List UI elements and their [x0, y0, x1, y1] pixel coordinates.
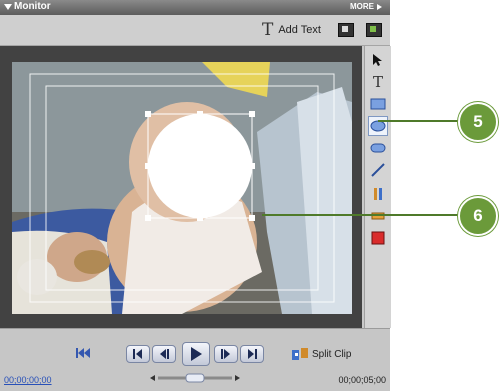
text-tool-icon: T	[372, 73, 383, 91]
stroke-color-icon	[371, 231, 385, 245]
callout-6: 6	[458, 196, 498, 236]
rectangle-tool[interactable]	[368, 94, 388, 114]
titler-tools-palette: T	[364, 46, 391, 328]
line-tool[interactable]	[368, 160, 388, 180]
rounded-rectangle-tool[interactable]	[368, 138, 388, 158]
motion-path-icon	[374, 188, 382, 200]
play-icon	[191, 347, 202, 361]
collapse-triangle-icon[interactable]	[4, 4, 12, 10]
split-clip-icon	[292, 348, 308, 360]
callout-5: 5	[458, 102, 498, 142]
motion-path-tool[interactable]	[368, 184, 388, 204]
text-tool[interactable]: T	[368, 72, 388, 92]
line-icon	[371, 163, 385, 177]
callout-6-line	[262, 214, 460, 216]
pointer-tool[interactable]	[368, 50, 388, 70]
resize-handle-n[interactable]	[197, 111, 203, 117]
step-back-icon	[160, 349, 169, 359]
snapshot-icon[interactable]	[338, 23, 354, 37]
ellipse-shape[interactable]	[148, 114, 252, 218]
more-menu-button[interactable]: MORE	[350, 2, 374, 11]
split-clip-button[interactable]: Split Clip	[292, 347, 351, 361]
callout-5-line	[378, 120, 460, 122]
rectangle-icon	[370, 98, 386, 110]
resize-handle-nw[interactable]	[145, 111, 151, 117]
rounded-rectangle-icon	[370, 143, 386, 153]
panel-titlebar: Monitor MORE	[0, 0, 390, 15]
stroke-color-tool[interactable]	[368, 228, 388, 248]
resize-handle-se[interactable]	[249, 215, 255, 221]
text-icon: T	[262, 20, 274, 40]
resize-handle-w[interactable]	[145, 163, 151, 169]
previous-edit-button[interactable]	[126, 345, 150, 363]
next-edit-icon	[248, 349, 257, 359]
monitor-panel: Monitor MORE T Add Text T Split Clip 00;…	[0, 0, 391, 391]
more-arrow-icon[interactable]	[377, 4, 382, 10]
shuttle-thumb[interactable]	[185, 373, 205, 383]
play-button[interactable]	[182, 342, 210, 366]
step-forward-icon	[221, 349, 230, 359]
resize-handle-e[interactable]	[249, 163, 255, 169]
go-to-start-icon[interactable]	[76, 348, 90, 358]
monitor-stage	[0, 46, 362, 328]
fill-color-tool[interactable]	[368, 206, 388, 226]
split-clip-label: Split Clip	[312, 348, 352, 360]
add-text-label: Add Text	[278, 24, 321, 36]
next-edit-button[interactable]	[240, 345, 264, 363]
titler-toolbar: T Add Text	[0, 15, 390, 46]
previous-edit-icon	[133, 349, 142, 359]
image-icon[interactable]	[366, 23, 382, 37]
ellipse-tool[interactable]	[368, 116, 388, 136]
duration-timecode: 00;00;05;00	[338, 375, 386, 385]
pointer-icon	[373, 54, 382, 66]
resize-handle-ne[interactable]	[249, 111, 255, 117]
shuttle-slider[interactable]	[150, 373, 240, 383]
step-back-button[interactable]	[152, 345, 176, 363]
step-forward-button[interactable]	[214, 345, 238, 363]
resize-handle-s[interactable]	[197, 215, 203, 221]
safe-area-overlay	[29, 73, 335, 303]
resize-handle-sw[interactable]	[145, 215, 151, 221]
current-timecode[interactable]: 00;00;00;00	[4, 375, 52, 385]
panel-title: Monitor	[14, 1, 51, 12]
video-preview	[12, 62, 352, 314]
add-text-button[interactable]: T Add Text	[262, 20, 321, 40]
playback-controls: Split Clip 00;00;00;00 00;00;05;00	[0, 328, 390, 391]
